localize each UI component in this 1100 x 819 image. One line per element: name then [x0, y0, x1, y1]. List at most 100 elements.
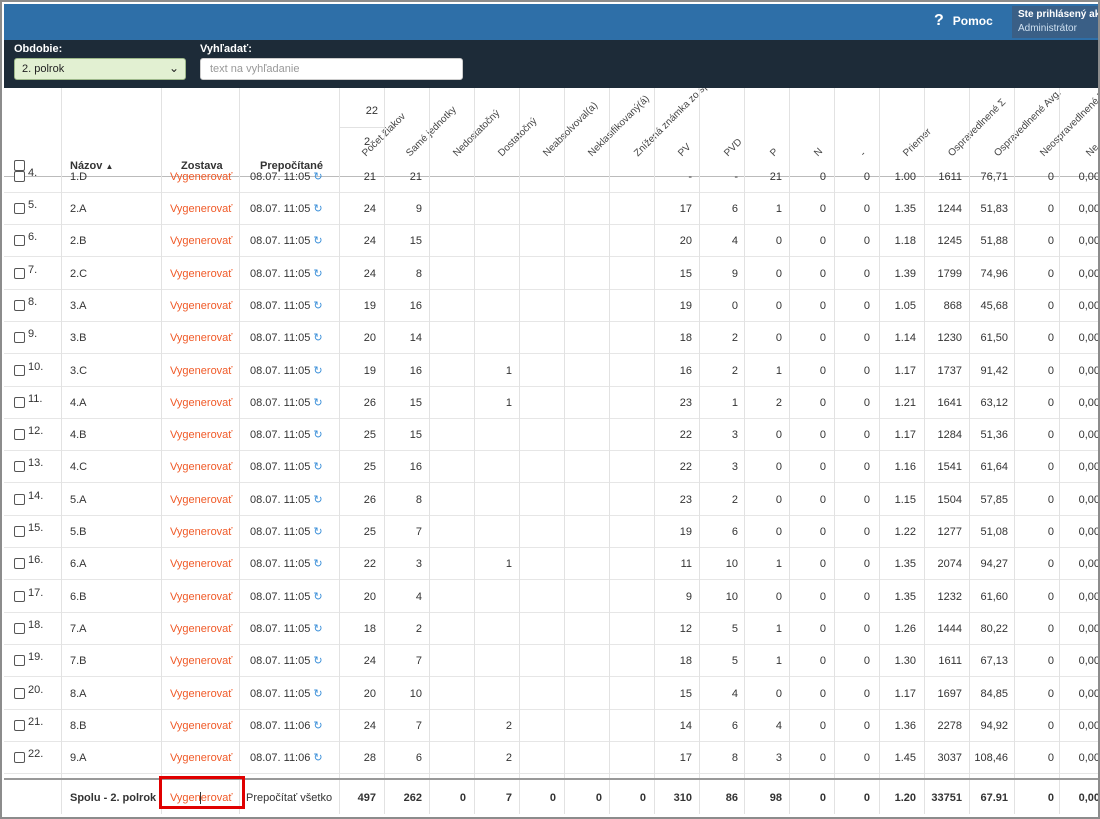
value-cell: 18 — [679, 655, 692, 668]
generate-link[interactable]: Vygenerovať — [170, 613, 232, 645]
row-checkbox[interactable] — [14, 299, 25, 311]
row-checkbox[interactable] — [14, 364, 25, 376]
refresh-icon[interactable]: ↻ — [310, 300, 322, 312]
value-cell: 17 — [679, 752, 692, 765]
row-checkbox[interactable] — [14, 622, 25, 634]
refresh-icon[interactable]: ↻ — [310, 526, 322, 538]
generate-link[interactable]: Vygenerovať — [170, 548, 232, 580]
recalc-all-link[interactable]: Prepočítať všetko — [246, 780, 332, 816]
refresh-icon[interactable]: ↻ — [310, 397, 322, 409]
row-checkbox[interactable] — [14, 235, 25, 247]
row-checkbox[interactable] — [14, 429, 25, 441]
row-checkbox[interactable] — [14, 526, 25, 537]
refresh-icon[interactable]: ↻ — [310, 332, 322, 344]
generate-link[interactable]: Vygenerovať — [170, 322, 232, 354]
recalc-date-text: 08.07. 11:05 — [250, 235, 311, 248]
row-number: 17. — [28, 586, 44, 599]
row-checkbox[interactable] — [14, 396, 25, 408]
generate-link[interactable]: Vygenerovať — [170, 451, 232, 483]
column-divider — [1059, 88, 1060, 814]
count-top: 22 — [339, 88, 384, 128]
value-cell: 3 — [415, 558, 422, 571]
refresh-icon[interactable]: ↻ — [310, 429, 322, 441]
row-checkbox[interactable] — [14, 461, 25, 473]
refresh-icon[interactable]: ↻ — [310, 494, 322, 506]
refresh-icon[interactable]: ↻ — [310, 752, 322, 764]
generate-link[interactable]: Vygenerovať — [170, 581, 232, 613]
total-value: 0 — [459, 792, 466, 804]
value-cell: 0 — [1047, 558, 1054, 571]
value-cell: 0 — [1047, 332, 1054, 345]
generate-link[interactable]: Vygenerovať — [170, 645, 232, 677]
generate-link[interactable]: Vygenerovať — [170, 290, 232, 322]
row-checkbox[interactable] — [14, 719, 25, 731]
generate-link[interactable]: Vygenerovať — [170, 161, 232, 193]
value-cell: 108,46 — [974, 752, 1008, 765]
value-cell: 0 — [863, 719, 870, 732]
recalc-date-text: 08.07. 11:05 — [250, 396, 311, 409]
generate-link[interactable]: Vygenerovať — [170, 678, 232, 710]
column-divider — [789, 88, 790, 814]
generate-link[interactable]: Vygenerovať — [170, 419, 232, 451]
row-checkbox[interactable] — [14, 558, 25, 570]
refresh-icon[interactable]: ↻ — [310, 171, 322, 183]
generate-link[interactable]: Vygenerovať — [170, 225, 232, 257]
value-cell: 0 — [1047, 203, 1054, 215]
refresh-icon[interactable]: ↻ — [310, 623, 322, 635]
value-cell: 1230 — [937, 332, 962, 345]
refresh-icon[interactable]: ↻ — [310, 688, 322, 700]
refresh-icon[interactable]: ↻ — [310, 235, 322, 247]
row-checkbox[interactable] — [14, 203, 25, 214]
generate-link[interactable]: Vygenerovať — [170, 710, 232, 742]
row-checkbox[interactable] — [14, 687, 25, 699]
generate-link[interactable]: Vygenerovať — [170, 484, 232, 516]
value-cell: 5 — [731, 655, 738, 668]
value-cell: 22 — [679, 429, 692, 442]
row-number: 13. — [28, 457, 44, 470]
column-divider — [834, 88, 835, 814]
row-checkbox[interactable] — [14, 493, 25, 505]
refresh-icon[interactable]: ↻ — [310, 203, 322, 215]
generate-link[interactable]: Vygenerovať — [170, 742, 232, 774]
refresh-icon[interactable]: ↻ — [310, 655, 322, 667]
generate-link[interactable]: Vygenerovať — [170, 516, 232, 548]
generate-link[interactable]: Vygenerovať — [170, 355, 232, 387]
row-checkbox[interactable] — [14, 267, 25, 279]
search-input[interactable] — [200, 58, 463, 80]
refresh-icon[interactable]: ↻ — [310, 461, 322, 473]
generate-link[interactable]: Vygenerovať — [170, 193, 232, 225]
value-cell: 1 — [775, 655, 782, 668]
refresh-icon[interactable]: ↻ — [310, 720, 322, 732]
value-cell: 0 — [1047, 171, 1054, 183]
class-name: 7.A — [70, 622, 87, 635]
refresh-icon[interactable]: ↻ — [310, 365, 322, 377]
period-select[interactable]: 2. polrok ⌄ — [14, 58, 186, 80]
row-number: 5. — [28, 199, 38, 211]
generate-link[interactable]: Vygenerovať — [170, 258, 232, 290]
refresh-icon[interactable]: ↻ — [310, 268, 322, 280]
generate-link[interactable]: Vygenerovať — [170, 387, 232, 419]
row-checkbox[interactable] — [14, 655, 25, 667]
user-box[interactable]: Ste prihlásený ako Administrátor — [1012, 6, 1098, 38]
period-value: 2. polrok — [22, 63, 65, 75]
recalc-date: 08.07. 11:06 ↻ — [250, 742, 323, 774]
filter-bar: Obdobie: Vyhľadať: 2. polrok ⌄ — [4, 40, 1098, 88]
row-checkbox[interactable] — [14, 332, 25, 344]
value-cell: 2 — [505, 752, 512, 765]
value-cell: 24 — [363, 655, 376, 668]
value-cell: 0 — [1047, 655, 1054, 668]
help-link[interactable]: ? Pomoc — [934, 12, 993, 30]
recalc-date: 08.07. 11:05 ↻ — [250, 645, 323, 677]
column-header-rot: Priemer — [901, 126, 934, 159]
row-checkbox[interactable] — [14, 590, 25, 602]
total-value: 0 — [1047, 792, 1054, 804]
row-checkbox[interactable] — [14, 752, 25, 764]
refresh-icon[interactable]: ↻ — [310, 591, 322, 603]
value-cell: 45,68 — [980, 299, 1008, 312]
value-cell: 0 — [731, 299, 738, 312]
total-label: Spolu - 2. polrok — [70, 792, 157, 804]
row-checkbox[interactable] — [14, 171, 25, 182]
total-value: 0 — [819, 792, 826, 804]
column-divider — [519, 88, 520, 814]
refresh-icon[interactable]: ↻ — [310, 558, 322, 570]
